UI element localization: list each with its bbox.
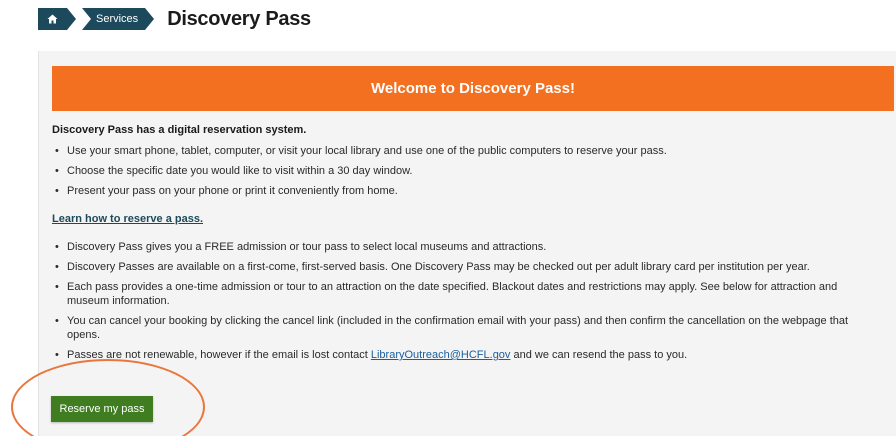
- breadcrumb-services[interactable]: Services: [82, 8, 155, 30]
- breadcrumb-services-label: Services: [96, 13, 139, 25]
- welcome-banner-title: Welcome to Discovery Pass!: [371, 80, 575, 97]
- list-item: Passes are not renewable, however if the…: [52, 348, 882, 362]
- content-panel: Welcome to Discovery Pass! Discovery Pas…: [38, 51, 896, 436]
- breadcrumb: Services Discovery Pass: [38, 8, 311, 30]
- page-title: Discovery Pass: [167, 7, 311, 30]
- list-item: Discovery Passes are available on a firs…: [52, 260, 882, 274]
- intro-text: Discovery Pass has a digital reservation…: [52, 124, 307, 136]
- content-body: Discovery Pass has a digital reservation…: [52, 123, 882, 368]
- welcome-banner: Welcome to Discovery Pass!: [52, 66, 894, 111]
- list-item: Choose the specific date you would like …: [52, 164, 882, 178]
- home-icon: [47, 14, 58, 24]
- last-detail-before: Passes are not renewable, however if the…: [67, 349, 371, 361]
- list-item: Each pass provides a one-time admission …: [52, 280, 882, 308]
- list-item: Discovery Pass gives you a FREE admissio…: [52, 240, 882, 254]
- list-item: Use your smart phone, tablet, computer, …: [52, 144, 882, 158]
- learn-how-link[interactable]: Learn how to reserve a pass.: [52, 212, 203, 226]
- reserve-my-pass-button[interactable]: Reserve my pass: [51, 396, 153, 422]
- steps-list: Use your smart phone, tablet, computer, …: [52, 144, 882, 198]
- last-detail-after: and we can resend the pass to you.: [510, 349, 688, 361]
- details-list: Discovery Pass gives you a FREE admissio…: [52, 240, 882, 362]
- list-item: You can cancel your booking by clicking …: [52, 314, 882, 342]
- list-item: Present your pass on your phone or print…: [52, 184, 882, 198]
- email-link[interactable]: LibraryOutreach@HCFL.gov: [371, 349, 511, 361]
- breadcrumb-home[interactable]: [38, 8, 76, 30]
- page: Services Discovery Pass Welcome to Disco…: [0, 0, 896, 436]
